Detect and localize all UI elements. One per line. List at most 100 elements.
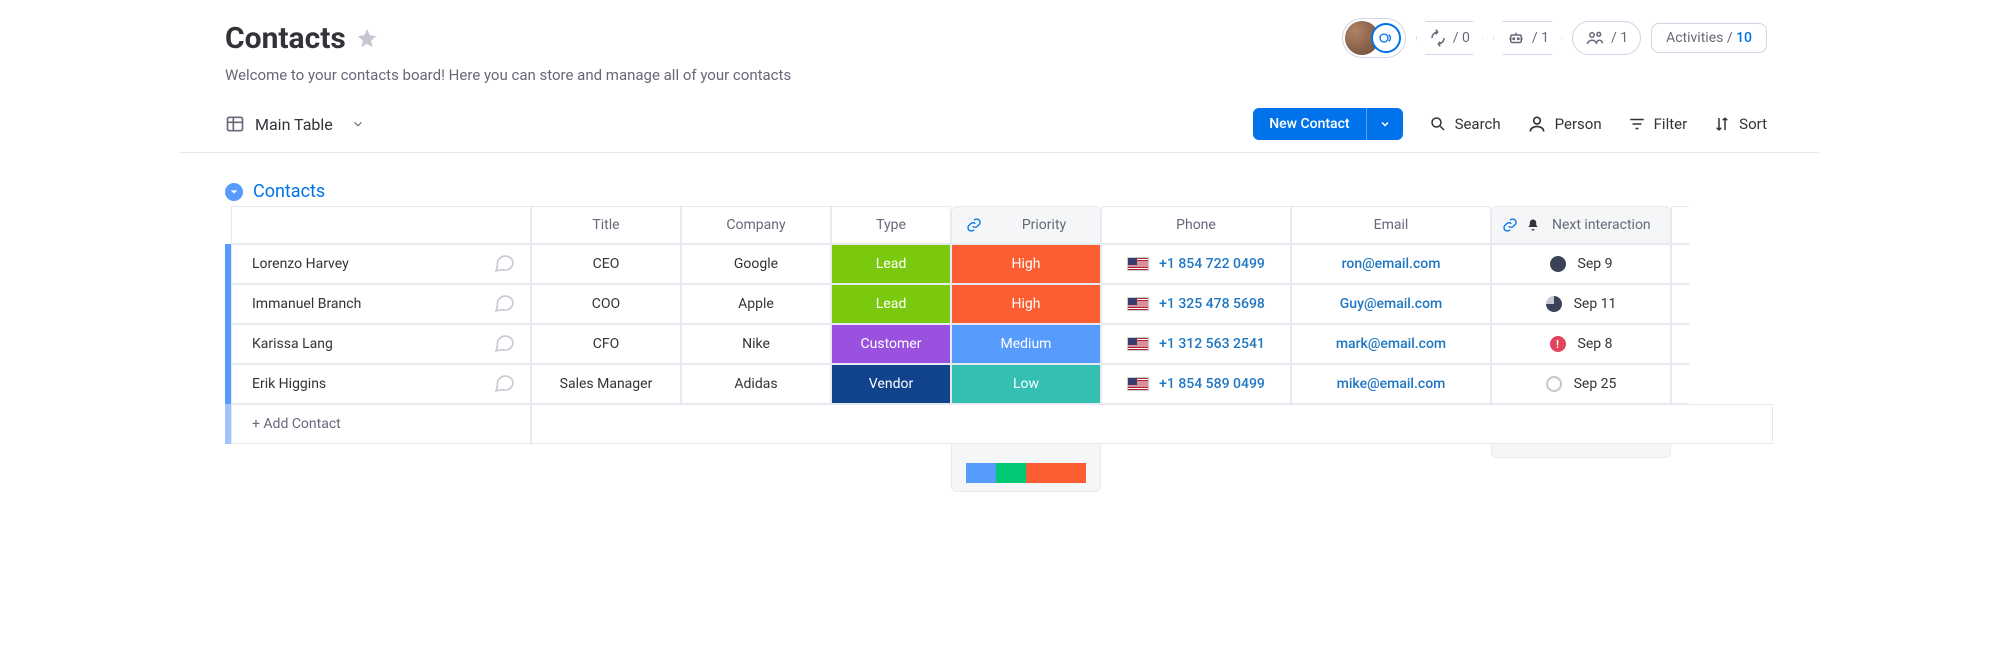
col-next-header[interactable]: Next interaction — [1491, 206, 1671, 244]
cell-phone[interactable]: +1 312 563 2541 — [1101, 324, 1291, 364]
page-title: Contacts — [225, 21, 346, 56]
cell-phone[interactable]: +1 854 722 0499 — [1101, 244, 1291, 284]
cell-title[interactable]: CFO — [531, 324, 681, 364]
favorite-star-icon[interactable] — [356, 27, 378, 49]
cell-email[interactable]: ron@email.com — [1291, 244, 1491, 284]
cell-next[interactable]: Sep 9 — [1491, 244, 1671, 284]
filter-label: Filter — [1654, 115, 1688, 133]
add-row-tail — [531, 404, 1773, 444]
col-company-header[interactable]: Company — [681, 206, 831, 244]
next-date: Sep 9 — [1578, 256, 1613, 272]
cell-name[interactable]: Lorenzo Harvey — [231, 244, 531, 284]
integrations-pill[interactable]: / 1 — [1493, 21, 1562, 55]
phone-link[interactable]: +1 325 478 5698 — [1159, 296, 1265, 312]
add-column-button[interactable] — [1671, 206, 1689, 244]
cell-phone[interactable]: +1 325 478 5698 — [1101, 284, 1291, 324]
cell-name[interactable]: Immanuel Branch — [231, 284, 531, 324]
cell-priority[interactable]: High — [951, 244, 1101, 284]
cell-title[interactable]: Sales Manager — [531, 364, 681, 404]
cell-next[interactable]: Sep 25 — [1491, 364, 1671, 404]
collapse-group-button[interactable] — [225, 183, 243, 201]
new-contact-button[interactable]: New Contact — [1253, 108, 1402, 140]
col-phone-header[interactable]: Phone — [1101, 206, 1291, 244]
comment-icon[interactable] — [492, 370, 516, 398]
next-date: Sep 11 — [1574, 296, 1617, 312]
members-pill[interactable]: / 1 — [1572, 21, 1641, 55]
col-priority-header[interactable]: Priority — [951, 206, 1101, 244]
us-flag-icon — [1127, 257, 1149, 271]
cell-priority[interactable]: Medium — [951, 324, 1101, 364]
person-filter-button[interactable]: Person — [1527, 114, 1602, 134]
col-type-header[interactable]: Type — [831, 206, 951, 244]
new-contact-dropdown[interactable] — [1366, 108, 1403, 140]
comment-icon[interactable] — [492, 290, 516, 318]
us-flag-icon — [1127, 377, 1149, 391]
board-viewers[interactable] — [1342, 18, 1406, 58]
chevron-down-icon — [1379, 118, 1391, 130]
cell-company[interactable]: Google — [681, 244, 831, 284]
people-icon — [1585, 29, 1605, 47]
status-done-icon — [1550, 256, 1566, 272]
cell-email[interactable]: mike@email.com — [1291, 364, 1491, 404]
next-date: Sep 25 — [1574, 376, 1617, 392]
board-subtitle: Welcome to your contacts board! Here you… — [219, 58, 1779, 84]
cell-phone[interactable]: +1 854 589 0499 — [1101, 364, 1291, 404]
col-email-header[interactable]: Email — [1291, 206, 1491, 244]
cell-title[interactable]: COO — [531, 284, 681, 324]
dist-low — [996, 463, 1026, 483]
email-link[interactable]: Guy@email.com — [1340, 296, 1442, 312]
comment-icon[interactable] — [492, 330, 516, 358]
cell-company[interactable]: Apple — [681, 284, 831, 324]
cell-name[interactable]: Erik Higgins — [231, 364, 531, 404]
activities-button[interactable]: Activities / 10 — [1651, 23, 1767, 53]
next-date: Sep 8 — [1578, 336, 1613, 352]
col-name-header[interactable] — [231, 206, 531, 244]
cell-company[interactable]: Adidas — [681, 364, 831, 404]
filter-button[interactable]: Filter — [1628, 115, 1688, 133]
sort-button[interactable]: Sort — [1713, 115, 1767, 133]
priority-summary[interactable] — [951, 444, 1101, 492]
table-row[interactable]: Karissa LangCFONikeCustomerMedium +1 312 … — [225, 324, 1773, 364]
cell-priority[interactable]: Low — [951, 364, 1101, 404]
group-title[interactable]: Contacts — [253, 181, 325, 202]
members-count: / 1 — [1611, 30, 1628, 46]
cell-email[interactable]: mark@email.com — [1291, 324, 1491, 364]
us-flag-icon — [1127, 297, 1149, 311]
cell-email[interactable]: Guy@email.com — [1291, 284, 1491, 324]
automations-pill[interactable]: / 0 — [1416, 21, 1483, 55]
sort-icon — [1713, 115, 1731, 133]
col-next-label: Next interaction — [1552, 217, 1651, 233]
row-tail — [1671, 364, 1689, 404]
cell-priority[interactable]: High — [951, 284, 1101, 324]
email-link[interactable]: mike@email.com — [1337, 376, 1446, 392]
cell-type[interactable]: Vendor — [831, 364, 951, 404]
chevron-down-icon — [229, 187, 239, 197]
col-title-header[interactable]: Title — [531, 206, 681, 244]
phone-link[interactable]: +1 312 563 2541 — [1159, 336, 1265, 352]
robot-icon — [1506, 29, 1526, 47]
cell-type[interactable]: Customer — [831, 324, 951, 364]
phone-link[interactable]: +1 854 722 0499 — [1159, 256, 1265, 272]
cell-title[interactable]: CEO — [531, 244, 681, 284]
cell-next[interactable]: Sep 11 — [1491, 284, 1671, 324]
person-label: Person — [1555, 115, 1602, 133]
cell-type[interactable]: Lead — [831, 244, 951, 284]
email-link[interactable]: ron@email.com — [1342, 256, 1441, 272]
search-button[interactable]: Search — [1429, 115, 1501, 133]
cell-next[interactable]: Sep 8 — [1491, 324, 1671, 364]
col-priority-label: Priority — [1022, 217, 1066, 233]
comment-icon[interactable] — [492, 250, 516, 278]
cell-type[interactable]: Lead — [831, 284, 951, 324]
row-tail — [1671, 244, 1689, 284]
cell-company[interactable]: Nike — [681, 324, 831, 364]
email-link[interactable]: mark@email.com — [1336, 336, 1446, 352]
view-selector[interactable]: Main Table — [225, 114, 365, 134]
table-row[interactable]: Erik HigginsSales ManagerAdidasVendorLow… — [225, 364, 1773, 404]
cell-name[interactable]: Karissa Lang — [231, 324, 531, 364]
table-row[interactable]: Immanuel BranchCOOAppleLeadHigh +1 325 47… — [225, 284, 1773, 324]
row-tail — [1671, 284, 1689, 324]
filter-icon — [1628, 115, 1646, 133]
table-row[interactable]: Lorenzo HarveyCEOGoogleLeadHigh +1 854 72… — [225, 244, 1773, 284]
add-contact-row[interactable]: + Add Contact — [231, 404, 531, 444]
phone-link[interactable]: +1 854 589 0499 — [1159, 376, 1265, 392]
